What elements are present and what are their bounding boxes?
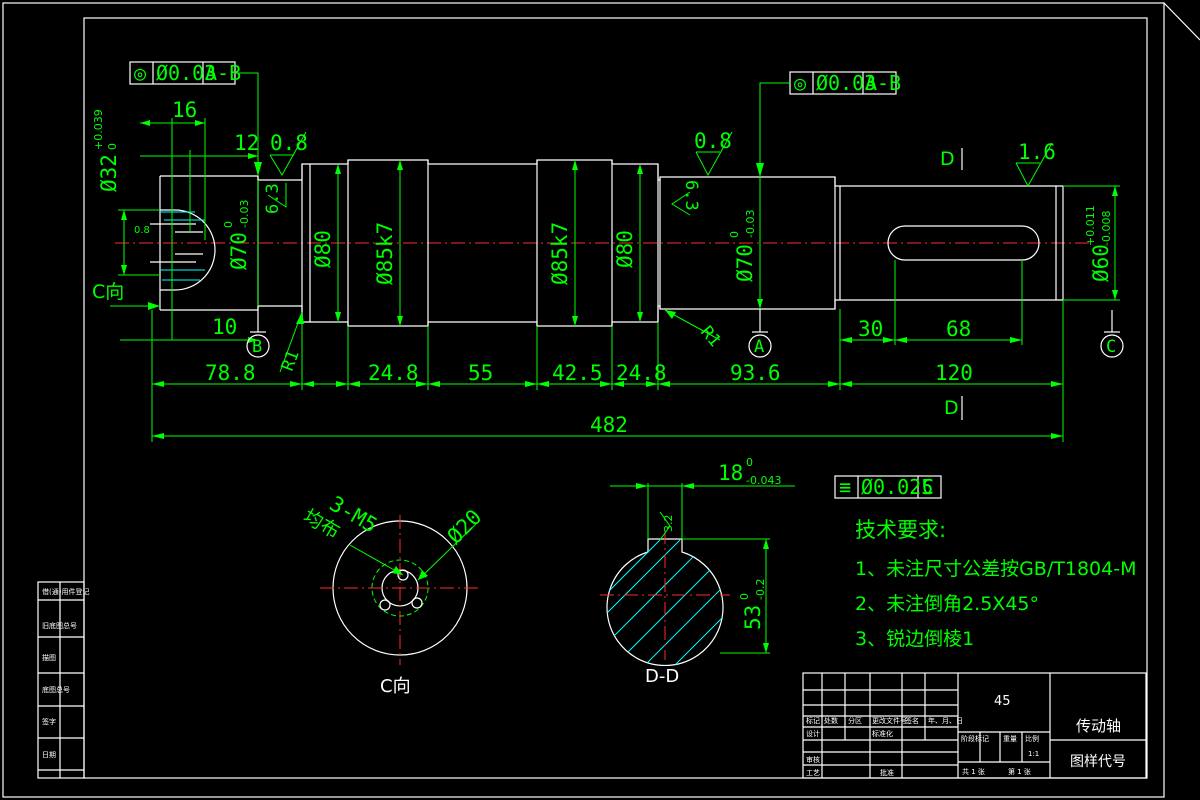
tech-requirements: 技术要求: 1、未注尺寸公差按GB/T1804-M 2、未注倒角2.5X45° … <box>855 518 1136 650</box>
svg-text:0.8: 0.8 <box>270 131 308 155</box>
svg-text:-0.03: -0.03 <box>238 200 251 228</box>
view-c: 3-M5 均布 Ø20 C向 <box>300 492 487 697</box>
side-strip: 借(通)用件登记 旧底图总号 描图 底图总号 签字 日期 <box>37 581 89 779</box>
svg-text:0: 0 <box>728 231 741 238</box>
strip-label-5: 日期 <box>42 751 56 759</box>
svg-text:重量: 重量 <box>1003 735 1017 743</box>
strip-label-0: 借(通)用件登记 <box>42 587 89 596</box>
svg-text:工艺: 工艺 <box>806 769 820 777</box>
svg-text:审核: 审核 <box>806 755 820 764</box>
svg-text:-0.008: -0.008 <box>1100 211 1113 246</box>
svg-text:1:1: 1:1 <box>1028 750 1039 758</box>
svg-text:更改文件号: 更改文件号 <box>872 716 907 725</box>
drawing-code: 图样代号 <box>1070 754 1126 770</box>
svg-text:-0.2: -0.2 <box>754 579 767 600</box>
svg-text:120: 120 <box>935 361 973 385</box>
strip-label-3: 底图总号 <box>42 685 70 694</box>
gtol-frame-right: ◎ Ø0.03 A-B <box>756 71 901 177</box>
svg-text:年、月、日: 年、月、日 <box>928 716 963 725</box>
svg-text:55: 55 <box>468 361 493 385</box>
svg-text:设计: 设计 <box>806 729 820 738</box>
svg-text:Ø85k7: Ø85k7 <box>548 222 572 285</box>
svg-text:482: 482 <box>590 413 628 437</box>
svg-text:1.6: 1.6 <box>1018 140 1056 164</box>
datum-markers: B A C <box>246 309 1124 358</box>
svg-text:A-B: A-B <box>865 71 901 95</box>
svg-text:24.8: 24.8 <box>368 361 419 385</box>
svg-text:+0.039: +0.039 <box>92 109 105 150</box>
frame-corner <box>1163 2 1200 41</box>
material: 45 <box>994 694 1011 709</box>
svg-text:标准化: 标准化 <box>872 729 893 738</box>
svg-text:Ø80: Ø80 <box>311 230 335 268</box>
svg-text:Ø32: Ø32 <box>97 154 121 192</box>
svg-text:≡: ≡ <box>839 475 851 499</box>
tech-req-title: 技术要求: <box>855 518 946 542</box>
svg-text:0: 0 <box>222 221 235 228</box>
svg-text:6.3: 6.3 <box>681 180 701 211</box>
svg-text:0: 0 <box>738 593 751 600</box>
strip-label-1: 旧底图总号 <box>42 621 77 630</box>
svg-text:0: 0 <box>746 456 753 469</box>
svg-text:12: 12 <box>234 131 259 155</box>
strip-label-2: 描图 <box>42 653 56 662</box>
tech-req-item-3: 3、锐边倒棱1 <box>855 628 974 650</box>
svg-text:-0.03: -0.03 <box>744 210 757 238</box>
svg-text:分区: 分区 <box>848 716 862 725</box>
svg-text:标记: 标记 <box>806 716 820 725</box>
title-block: 45 传动轴 图样代号 标记 处数 分区 更改文件号 签名 年、月、日 设计 标… <box>802 672 1147 779</box>
svg-text:B: B <box>252 337 262 357</box>
svg-text:Ø70: Ø70 <box>227 232 251 270</box>
svg-text:比例: 比例 <box>1025 734 1039 743</box>
svg-text:18: 18 <box>718 461 743 485</box>
view-c-arrow: C向 <box>92 281 160 310</box>
svg-text:93.6: 93.6 <box>730 361 781 385</box>
svg-text:Ø60: Ø60 <box>1089 244 1113 282</box>
svg-text:68: 68 <box>946 317 971 341</box>
svg-text:0.8: 0.8 <box>694 129 732 153</box>
svg-text:30: 30 <box>858 317 883 341</box>
svg-text:6.3: 6.3 <box>263 183 283 214</box>
svg-text:R1: R1 <box>278 348 304 374</box>
svg-text:批准: 批准 <box>880 768 894 777</box>
svg-text:78.8: 78.8 <box>205 361 256 385</box>
svg-text:42.5: 42.5 <box>552 361 603 385</box>
svg-text:C: C <box>922 475 934 499</box>
svg-text:3.2: 3.2 <box>662 515 675 533</box>
svg-text:共 1 张: 共 1 张 <box>962 767 985 776</box>
svg-text:24.8: 24.8 <box>616 361 667 385</box>
svg-text:-0.043: -0.043 <box>746 474 781 487</box>
svg-text:A: A <box>754 337 764 357</box>
view-c-label: C向 <box>380 676 411 697</box>
svg-text:D: D <box>940 148 955 170</box>
outer-frame <box>2 2 1165 798</box>
svg-text:16: 16 <box>172 98 197 122</box>
svg-text:阶段标记: 阶段标记 <box>961 734 989 743</box>
tech-req-item-2: 2、未注倒角2.5X45° <box>855 593 1039 615</box>
view-dd-label: D-D <box>645 666 679 687</box>
svg-text:+0.011: +0.011 <box>1084 205 1097 246</box>
svg-text:53: 53 <box>741 605 765 630</box>
svg-text:C向: C向 <box>92 281 124 303</box>
svg-text:第 1 张: 第 1 张 <box>1008 767 1031 776</box>
svg-text:◎: ◎ <box>794 71 806 95</box>
svg-text:Ø85k7: Ø85k7 <box>373 222 397 285</box>
svg-text:◎: ◎ <box>134 61 146 85</box>
svg-text:10: 10 <box>212 315 237 339</box>
svg-text:0.8: 0.8 <box>134 225 150 236</box>
svg-text:D: D <box>944 397 959 419</box>
tech-req-item-1: 1、未注尺寸公差按GB/T1804-M <box>855 558 1136 580</box>
svg-text:处数: 处数 <box>824 716 838 725</box>
svg-text:签名: 签名 <box>905 716 919 725</box>
svg-text:R1: R1 <box>696 322 724 351</box>
cad-drawing-canvas: 借(通)用件登记 旧底图总号 描图 底图总号 签字 日期 ◎ Ø0.03 A-B… <box>2 2 1200 798</box>
svg-text:Ø70: Ø70 <box>733 244 757 282</box>
strip-label-4: 签字 <box>42 717 56 726</box>
svg-text:C: C <box>1106 337 1116 357</box>
svg-text:0: 0 <box>106 143 119 150</box>
svg-text:Ø80: Ø80 <box>613 230 637 268</box>
part-name: 传动轴 <box>1076 717 1121 735</box>
